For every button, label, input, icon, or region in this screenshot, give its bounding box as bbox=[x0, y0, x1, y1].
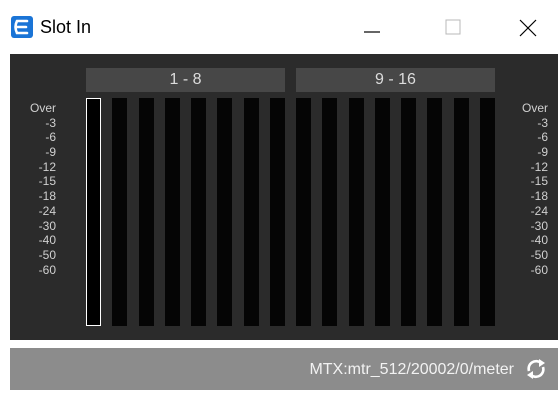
meter-channel-8[interactable] bbox=[269, 98, 285, 326]
slot-in-window: Slot In 1 - 8 9 - 16 Over -3 -6 -9 -12 -… bbox=[0, 0, 560, 394]
group-label-1-8: 1 - 8 bbox=[86, 68, 285, 92]
meter-channel-10[interactable] bbox=[322, 98, 338, 326]
meter-channel-15[interactable] bbox=[453, 98, 469, 326]
scale-label: -50 bbox=[38, 247, 56, 262]
scale-label: Over bbox=[521, 101, 548, 115]
meter-channel-3[interactable] bbox=[138, 98, 154, 326]
scale-label: -6 bbox=[45, 130, 56, 145]
scale-label: -3 bbox=[537, 115, 548, 130]
maximize-icon bbox=[445, 19, 461, 35]
scale-label: -40 bbox=[530, 233, 548, 248]
group-label-9-16: 9 - 16 bbox=[296, 68, 495, 92]
scale-label: -40 bbox=[38, 233, 56, 248]
scale-label: -12 bbox=[530, 159, 548, 174]
scale-label: -60 bbox=[38, 262, 56, 277]
status-bar: MTX:mtr_512/20002/0/meter bbox=[10, 348, 558, 390]
meter-panel: 1 - 8 9 - 16 Over -3 -6 -9 -12 -15 -18 -… bbox=[10, 54, 558, 340]
scale-label: -6 bbox=[537, 130, 548, 145]
meter-channel-14[interactable] bbox=[427, 98, 443, 326]
scale-label: -24 bbox=[38, 203, 56, 218]
maximize-button[interactable] bbox=[432, 10, 472, 44]
scale-label: -18 bbox=[530, 189, 548, 204]
scale-label: -9 bbox=[537, 145, 548, 160]
scale-label: -9 bbox=[45, 145, 56, 160]
scale-label: Over bbox=[29, 101, 56, 115]
scale-label: -24 bbox=[530, 203, 548, 218]
title-bar[interactable]: Slot In bbox=[0, 0, 560, 54]
scale-label: -3 bbox=[45, 115, 56, 130]
minimize-icon bbox=[364, 31, 380, 33]
close-icon bbox=[519, 19, 537, 37]
scale-label: -15 bbox=[38, 174, 56, 189]
meter-channel-16[interactable] bbox=[479, 98, 495, 326]
window-title: Slot In bbox=[40, 17, 92, 37]
scale-label: -30 bbox=[530, 218, 548, 233]
meter-channel-11[interactable] bbox=[348, 98, 364, 326]
meter-channel-6[interactable] bbox=[217, 98, 233, 326]
refresh-icon[interactable] bbox=[524, 357, 548, 381]
meter-channel-13[interactable] bbox=[401, 98, 416, 326]
meter-path: MTX:mtr_512/20002/0/meter bbox=[309, 361, 514, 378]
scale-label: -30 bbox=[38, 218, 56, 233]
meter-channel-7[interactable] bbox=[243, 98, 259, 326]
meter-channel-4[interactable] bbox=[164, 98, 180, 326]
close-button[interactable] bbox=[508, 10, 548, 44]
app-e-icon bbox=[11, 16, 33, 38]
scale-label: -12 bbox=[38, 159, 56, 174]
level-scale-left: Over -3 -6 -9 -12 -15 -18 -24 -30 -40 -5… bbox=[20, 101, 56, 331]
scale-label: -50 bbox=[530, 247, 548, 262]
meter-channel-12[interactable] bbox=[374, 98, 390, 326]
scale-label: -60 bbox=[530, 262, 548, 277]
meter-channel-1[interactable] bbox=[86, 98, 101, 326]
scale-label: -15 bbox=[530, 174, 548, 189]
meter-channel-5[interactable] bbox=[191, 98, 206, 326]
minimize-button[interactable] bbox=[350, 10, 390, 44]
meter-channel-9[interactable] bbox=[296, 98, 311, 326]
scale-label: -18 bbox=[38, 189, 56, 204]
meter-channel-2[interactable] bbox=[112, 98, 128, 326]
level-scale-right: Over -3 -6 -9 -12 -15 -18 -24 -30 -40 -5… bbox=[512, 101, 548, 331]
